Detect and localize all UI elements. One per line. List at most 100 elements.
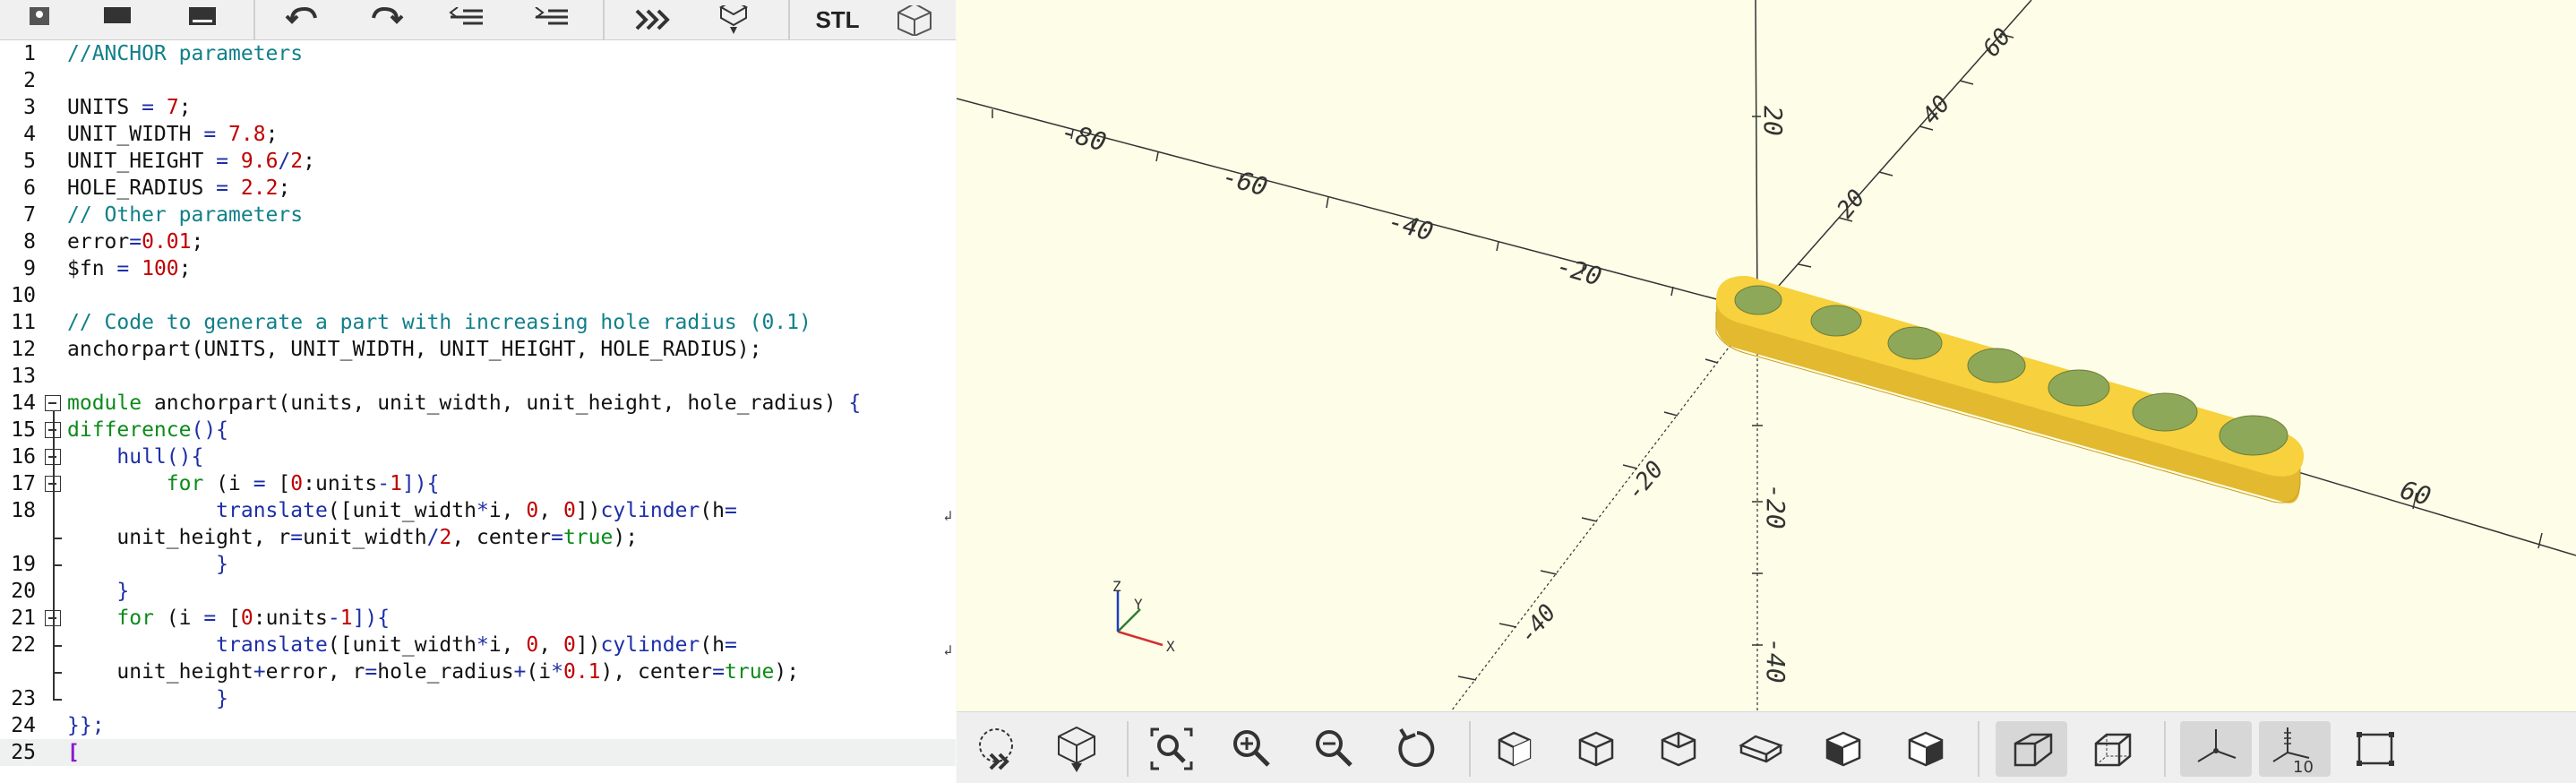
z-axis-labels: 20 -20 -40 — [1758, 106, 1790, 684]
gizmo-z-label: Z — [1112, 578, 1121, 595]
code-token: = — [216, 176, 229, 200]
open-file-icon[interactable] — [94, 0, 141, 40]
code-token: (h — [700, 633, 725, 657]
code-token: ([unit_width — [327, 633, 477, 657]
code-line[interactable]: 16 hull(){ — [0, 443, 956, 470]
show-axes-icon[interactable] — [2180, 721, 2252, 777]
redo-icon[interactable] — [363, 0, 409, 40]
code-line[interactable]: 12 anchorpart(UNITS, UNIT_WIDTH, UNIT_HEI… — [0, 336, 956, 363]
code-token: 2 — [439, 526, 452, 549]
code-token: 0 — [526, 499, 539, 522]
x-label: -20 — [1553, 251, 1605, 292]
new-file-icon[interactable] — [16, 0, 63, 40]
code-token: * — [476, 499, 489, 522]
code-line[interactable]: unit_height, r=unit_width/2, center=true… — [0, 524, 956, 551]
line-number: 13 — [11, 365, 36, 388]
code-line[interactable]: 23 } — [0, 685, 956, 712]
render-view-icon[interactable] — [1048, 721, 1105, 777]
code-line[interactable]: 11 // Code to generate a part with increa… — [0, 309, 956, 336]
code-line[interactable]: 3 UNITS = 7; — [0, 94, 956, 121]
code-line[interactable]: 24}}; — [0, 712, 956, 739]
code-text: difference(){ — [67, 417, 228, 443]
code-line[interactable]: 5 UNIT_HEIGHT = 9.6/2; — [0, 148, 956, 175]
view-left-icon[interactable] — [1732, 721, 1790, 777]
code-line[interactable]: 17 for (i = [0:units-1]){ — [0, 470, 956, 497]
code-line[interactable]: 21 for (i = [0:units-1]){ — [0, 605, 956, 632]
reset-view-icon[interactable] — [1388, 721, 1446, 777]
zoom-out-icon[interactable] — [1306, 721, 1363, 777]
perspective-icon[interactable] — [1996, 721, 2067, 777]
code-token: + — [513, 660, 527, 684]
render-icon[interactable] — [710, 0, 757, 40]
code-token: - — [377, 472, 391, 495]
code-line[interactable]: 9 $fn = 100; — [0, 255, 956, 282]
code-token: [ — [67, 741, 80, 764]
toolbar-separator — [1978, 721, 1979, 777]
view-top-icon[interactable] — [1567, 721, 1625, 777]
code-token: ; — [278, 176, 291, 200]
code-line[interactable]: 8 error=0.01; — [0, 228, 956, 255]
code-token: :units — [253, 607, 328, 630]
anchor-part-model — [1715, 276, 2305, 503]
code-line[interactable]: 7 // Other parameters — [0, 202, 956, 228]
code-line[interactable]: 10 — [0, 282, 956, 309]
code-line[interactable]: 4 UNIT_WIDTH = 7.8; — [0, 121, 956, 148]
code-token: 0 — [526, 633, 539, 657]
code-text: UNITS = 7; — [67, 94, 192, 121]
view-back-icon[interactable] — [1897, 721, 1954, 777]
code-token: ; — [265, 123, 279, 146]
code-line[interactable]: 20 } — [0, 578, 956, 605]
code-text: module anchorpart(units, unit_width, uni… — [67, 390, 861, 417]
3d-viewport[interactable]: -80 -60 -40 -20 60 20 40 60 -20 -40 20 -… — [957, 0, 2576, 783]
line-number: 2 — [23, 69, 36, 92]
indent-icon[interactable] — [528, 0, 575, 40]
show-edges-icon[interactable] — [2347, 721, 2404, 777]
code-token: hull — [116, 445, 167, 469]
x-label: 60 — [2397, 475, 2434, 512]
z-label: 20 — [1758, 106, 1788, 136]
code-line[interactable]: 19 } — [0, 551, 956, 578]
view-bottom-icon[interactable] — [1650, 721, 1707, 777]
code-token: translate — [216, 633, 328, 657]
code-text-area[interactable]: 1//ANCHOR parameters 2 3 UNITS = 7; 4 UNIT_WI… — [0, 40, 956, 783]
preview-animate-icon[interactable] — [971, 721, 1028, 777]
save-file-icon[interactable] — [179, 0, 226, 40]
code-line[interactable]: 6 HOLE_RADIUS = 2.2; — [0, 175, 956, 202]
code-token: UNIT_HEIGHT — [67, 150, 217, 173]
export-stl-button[interactable]: STL — [811, 0, 864, 40]
scale-marker-label: 10 — [2293, 758, 2314, 774]
code-token: 0.01 — [142, 230, 192, 254]
gizmo-y-label: Y — [1134, 596, 1143, 613]
export-3d-icon[interactable] — [891, 0, 938, 40]
view-all-icon[interactable] — [1143, 721, 1200, 777]
line-number: 22 — [11, 633, 36, 657]
code-text: for (i = [0:units-1]){ — [67, 470, 440, 497]
toolbar-separator — [1127, 721, 1129, 777]
code-line[interactable]: 13 — [0, 363, 956, 390]
zoom-in-icon[interactable] — [1224, 721, 1281, 777]
code-line[interactable]: 18 translate([unit_width*i, 0, 0])cylind… — [0, 497, 956, 524]
code-token: // Code to generate a part with increasi… — [67, 311, 811, 334]
preview-icon[interactable] — [630, 0, 676, 40]
code-line[interactable]: 2 — [0, 67, 956, 94]
orthogonal-icon[interactable] — [2083, 721, 2141, 777]
code-line[interactable]: 22 translate([unit_width*i, 0, 0])cylind… — [0, 632, 956, 658]
code-token: } — [216, 687, 229, 710]
show-scale-markers-icon[interactable]: 10 — [2259, 721, 2331, 777]
view-front-icon[interactable] — [1815, 721, 1872, 777]
unindent-icon[interactable] — [443, 0, 490, 40]
code-line[interactable]: 14 module anchorpart(units, unit_width, u… — [0, 390, 956, 417]
code-token: }}; — [67, 714, 105, 737]
code-line[interactable]: unit_height+error, r=hole_radius+(i*0.1)… — [0, 658, 956, 685]
line-number: 1 — [23, 42, 36, 65]
y-label: 60 — [1978, 23, 2016, 62]
code-line[interactable]: 25 [ — [0, 739, 956, 766]
code-token: :units — [303, 472, 378, 495]
code-line[interactable]: 15 difference(){ — [0, 417, 956, 443]
code-line[interactable]: 1 //ANCHOR parameters — [0, 40, 956, 67]
undo-icon[interactable] — [279, 0, 326, 40]
code-text: anchorpart(UNITS, UNIT_WIDTH, UNIT_HEIGH… — [67, 336, 761, 363]
view-right-icon[interactable] — [1485, 721, 1542, 777]
